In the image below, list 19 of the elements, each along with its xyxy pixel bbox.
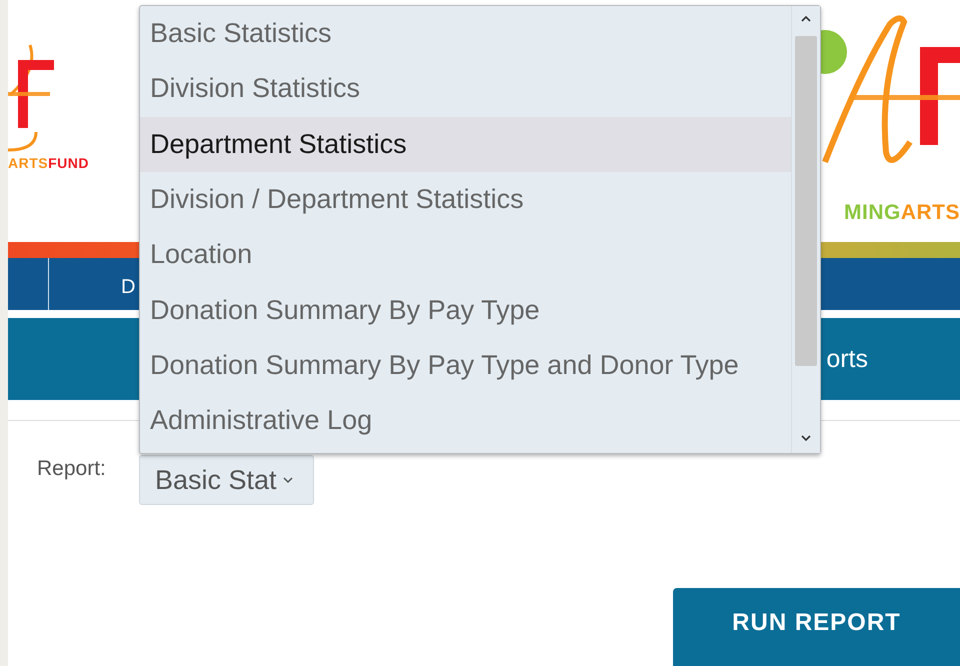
dropdown-option[interactable]: Division / Department Statistics — [140, 172, 791, 228]
report-select[interactable]: Basic Stat — [139, 455, 314, 505]
run-report-button[interactable]: RUN REPORT — [673, 588, 960, 666]
scrollbar[interactable] — [791, 6, 820, 453]
logo-text: ARTSFUND — [8, 155, 90, 171]
dropdown-option[interactable]: Donation Summary By Pay Type — [140, 282, 791, 338]
dropdown-option[interactable]: Donation Summary By Pay Type and Donor Type — [140, 338, 791, 394]
chevron-up-icon[interactable] — [800, 14, 812, 22]
logo-text: MINGARTS — [844, 201, 960, 225]
dropdown-option[interactable]: Administrative Log — [140, 393, 791, 448]
chevron-down-icon[interactable] — [800, 435, 812, 443]
dropdown-option[interactable]: Location — [140, 227, 791, 282]
dropdown-option[interactable]: Division Statistics — [140, 61, 791, 117]
dropdown-option[interactable]: Department Statistics — [140, 116, 791, 172]
nav-item[interactable]: D — [121, 276, 136, 298]
report-label: Report: — [37, 457, 107, 481]
section-title: orts — [826, 344, 868, 374]
chevron-down-icon — [282, 476, 293, 484]
dropdown-option[interactable]: Basic Statistics — [140, 6, 791, 62]
